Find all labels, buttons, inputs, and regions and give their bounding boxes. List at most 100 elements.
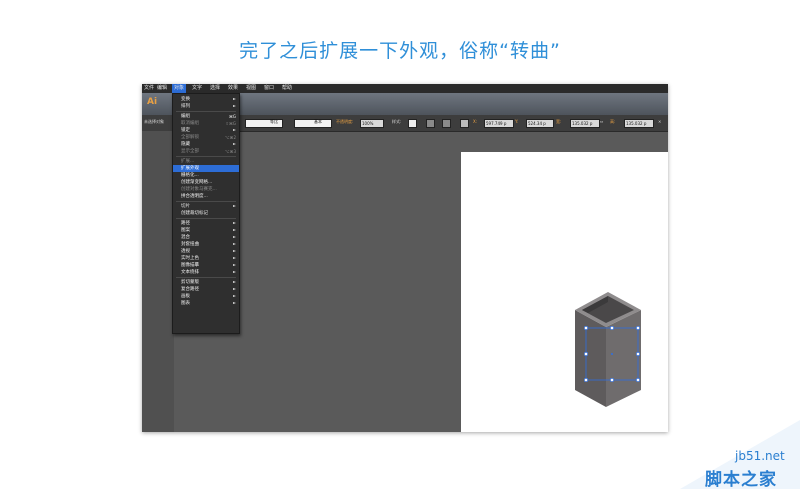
- submenu-arrow-icon: [233, 271, 236, 273]
- menu-item[interactable]: 画板: [173, 293, 239, 300]
- menu-item[interactable]: 复合路径: [173, 286, 239, 293]
- menu-item[interactable]: 栅格化...: [173, 172, 239, 179]
- menu-edit[interactable]: 编辑: [155, 84, 169, 93]
- menu-window[interactable]: 窗口: [262, 84, 276, 93]
- menu-item[interactable]: 创建渐变网格...: [173, 179, 239, 186]
- brush-label: 基本: [314, 119, 322, 124]
- box-right-face: [606, 310, 641, 407]
- menu-item-shortcut: ⌥⌘2: [224, 135, 236, 140]
- y-label: Y:: [515, 119, 519, 124]
- menu-item[interactable]: 路径: [173, 220, 239, 227]
- menu-item-label: 创建渐变网格...: [181, 180, 213, 185]
- menu-item-label: 创建对象马赛克...: [181, 187, 217, 192]
- menu-type[interactable]: 文字: [190, 84, 204, 93]
- menu-item-label: 锁定: [181, 128, 190, 133]
- menu-item-label: 路径: [181, 221, 190, 226]
- opacity-input[interactable]: 100%: [360, 119, 384, 128]
- link-proportions-icon[interactable]: ⇔: [600, 119, 603, 124]
- style-swatch[interactable]: [408, 119, 417, 128]
- menu-item[interactable]: 创建裁切标记: [173, 210, 239, 217]
- menu-item[interactable]: 全部解锁 ⌥⌘2: [173, 134, 239, 141]
- menu-item[interactable]: 扩展外观: [173, 165, 239, 172]
- menu-item-label: 隐藏: [181, 142, 190, 147]
- menu-item[interactable]: 排列: [173, 103, 239, 110]
- menu-help[interactable]: 帮助: [280, 84, 294, 93]
- menu-item[interactable]: 扩展...: [173, 158, 239, 165]
- ai-logo: Ai: [147, 97, 158, 107]
- handle-br: [636, 378, 640, 382]
- submenu-arrow-icon: [233, 257, 236, 259]
- box-left-face: [575, 310, 606, 407]
- x-input[interactable]: 597.749 p: [484, 119, 514, 128]
- menu-item[interactable]: 拼合透明度...: [173, 193, 239, 200]
- menu-item[interactable]: 编组 ⌘G: [173, 113, 239, 120]
- menu-item-shortcut: ⇧⌘G: [225, 121, 236, 126]
- submenu-arrow-icon: [233, 264, 236, 266]
- menu-effect[interactable]: 效果: [226, 84, 240, 93]
- menu-separator: [176, 111, 236, 112]
- caption-title: 完了之后扩展一下外观，俗称“转曲”: [239, 40, 561, 62]
- menu-item[interactable]: 隐藏: [173, 141, 239, 148]
- object-menu: 变换 排列编组 ⌘G 取消编组 ⇧⌘G 锁定全部解锁 ⌥⌘2 隐藏 显示全部 ⌥⌘3 扩展... 扩展…: [172, 93, 240, 334]
- submenu-arrow-icon: [233, 222, 236, 224]
- handle-ml: [584, 352, 588, 356]
- menu-object[interactable]: 对象: [172, 84, 187, 93]
- menu-item-label: 复合路径: [181, 287, 199, 292]
- selection-status: 未选择对象: [144, 119, 164, 124]
- submenu-arrow-icon: [233, 98, 236, 100]
- menu-item[interactable]: 图表: [173, 300, 239, 307]
- menu-select[interactable]: 选择: [208, 84, 222, 93]
- tools-panel: [142, 131, 174, 432]
- menu-separator: [176, 201, 236, 202]
- handle-tm: [610, 326, 614, 330]
- menu-item[interactable]: 切片: [173, 203, 239, 210]
- transform-icon[interactable]: ✕: [658, 119, 661, 124]
- menu-view[interactable]: 视图: [244, 84, 258, 93]
- menu-item-label: 栅格化...: [181, 173, 199, 178]
- handle-tr: [636, 326, 640, 330]
- menu-item-label: 实时上色: [181, 256, 199, 261]
- menu-item[interactable]: 取消编组 ⇧⌘G: [173, 120, 239, 127]
- submenu-arrow-icon: [233, 302, 236, 304]
- reference-point-icon[interactable]: [460, 119, 469, 128]
- submenu-arrow-icon: [233, 288, 236, 290]
- menu-item-shortcut: ⌥⌘3: [224, 149, 236, 154]
- menu-item-label: 拼合透明度...: [181, 194, 208, 199]
- menu-item[interactable]: 创建对象马赛克...: [173, 186, 239, 193]
- submenu-arrow-icon: [233, 129, 236, 131]
- menu-file[interactable]: 文件: [142, 84, 156, 93]
- menu-item[interactable]: 变换: [173, 96, 239, 103]
- menu-item[interactable]: 封套扭曲: [173, 241, 239, 248]
- menu-item[interactable]: 实时上色: [173, 255, 239, 262]
- submenu-arrow-icon: [233, 281, 236, 283]
- menu-item-label: 排列: [181, 104, 190, 109]
- height-input[interactable]: 135.032 p: [624, 119, 654, 128]
- menu-item[interactable]: 剪切蒙版: [173, 279, 239, 286]
- align-icon[interactable]: [442, 119, 451, 128]
- menu-item[interactable]: 图案: [173, 227, 239, 234]
- menu-item[interactable]: 文本绕排: [173, 269, 239, 276]
- menu-item[interactable]: 图像描摹: [173, 262, 239, 269]
- width-label: 宽:: [556, 119, 562, 124]
- recolor-icon[interactable]: [426, 119, 435, 128]
- submenu-arrow-icon: [233, 105, 236, 107]
- menu-item-label: 扩展...: [181, 159, 195, 164]
- brush-field[interactable]: [294, 119, 332, 128]
- submenu-arrow-icon: [233, 236, 236, 238]
- handle-bm: [610, 378, 614, 382]
- center-point: [611, 353, 613, 355]
- x-label: X:: [473, 119, 478, 124]
- y-input[interactable]: 524.34 p: [526, 119, 554, 128]
- menu-item[interactable]: 显示全部 ⌥⌘3: [173, 148, 239, 155]
- menu-item[interactable]: 锁定: [173, 127, 239, 134]
- artboard[interactable]: [461, 152, 668, 432]
- menu-item[interactable]: 混合: [173, 234, 239, 241]
- menu-separator: [176, 218, 236, 219]
- menu-item-label: 文本绕排: [181, 270, 199, 275]
- menu-item-label: 透视: [181, 249, 190, 254]
- menu-item-label: 全部解锁: [181, 135, 199, 140]
- menu-item[interactable]: 透视: [173, 248, 239, 255]
- submenu-arrow-icon: [233, 243, 236, 245]
- box-artwork[interactable]: [461, 152, 668, 432]
- width-input[interactable]: 135.032 p: [570, 119, 600, 128]
